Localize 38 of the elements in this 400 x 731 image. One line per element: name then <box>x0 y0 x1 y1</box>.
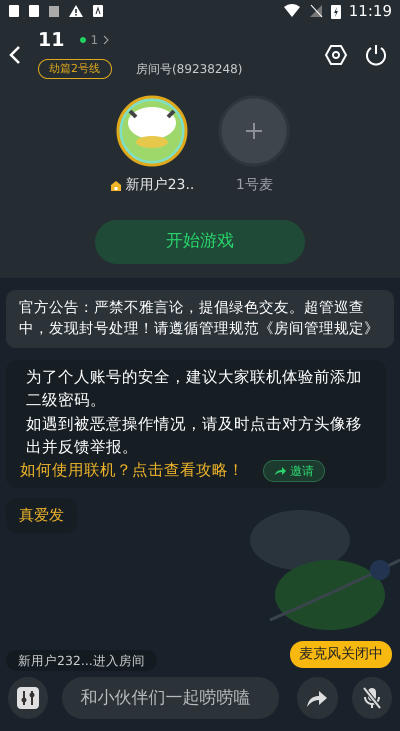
start-game-button[interactable]: 开始游戏 <box>95 220 305 264</box>
chat-input-field[interactable]: 和小伙伴们一起唠唠嗑 <box>62 677 280 719</box>
notification-icon <box>8 4 20 18</box>
status-time: 11:19 <box>348 0 392 22</box>
guide-link[interactable]: 如何使用联机？点击查看攻略！ <box>20 459 244 482</box>
seat-name: 新用户23.. <box>126 176 194 195</box>
chat-message: 真爱发 <box>6 498 77 533</box>
seat-name: 1号麦 <box>236 176 273 195</box>
tip-text: 为了个人账号的安全，建议大家联机体验前添加二级密码。 <box>26 367 363 412</box>
notification-icon <box>28 4 40 18</box>
share-button[interactable] <box>297 677 338 719</box>
user-avatar[interactable] <box>116 95 188 167</box>
power-button[interactable] <box>364 42 388 67</box>
join-notice: 新用户232...进入房间 <box>6 650 157 671</box>
no-signal-icon <box>308 4 323 18</box>
online-count-link[interactable]: 1 <box>80 31 110 50</box>
mic-status-tooltip: 麦克风关闭中 <box>290 641 392 668</box>
room-name: 11 <box>38 28 64 53</box>
sound-settings-button[interactable] <box>8 677 48 719</box>
cards-icon <box>48 4 60 18</box>
online-dot-icon <box>80 37 86 44</box>
chevron-right-icon <box>102 35 110 46</box>
share-arrow-icon <box>306 688 328 708</box>
muted-microphone-icon <box>360 686 383 710</box>
announcement-text: 官方公告：严禁不雅言论，提倡绿色交友。超管巡查中，发现封号处理！请遵循管理规范《房间管理规定》 <box>19 300 379 338</box>
line-tag: 劫篇2号线 <box>38 58 112 79</box>
room-rules-link[interactable]: 《房间管理规定》 <box>259 321 379 338</box>
document-icon <box>92 4 104 18</box>
battery-charging-icon <box>330 3 341 19</box>
share-arrow-icon <box>274 466 286 476</box>
room-number: 房间号(89238248) <box>136 60 242 78</box>
warning-icon <box>68 4 84 18</box>
microphone-button[interactable] <box>352 677 392 719</box>
wifi-icon <box>282 4 301 18</box>
invite-button[interactable]: 邀请 <box>263 460 325 482</box>
sliders-icon <box>17 687 40 709</box>
settings-button[interactable] <box>324 42 348 67</box>
tip-text: 如遇到被恶意操作情况，请及时点击对方头像移出并反馈举报。 <box>26 414 363 458</box>
